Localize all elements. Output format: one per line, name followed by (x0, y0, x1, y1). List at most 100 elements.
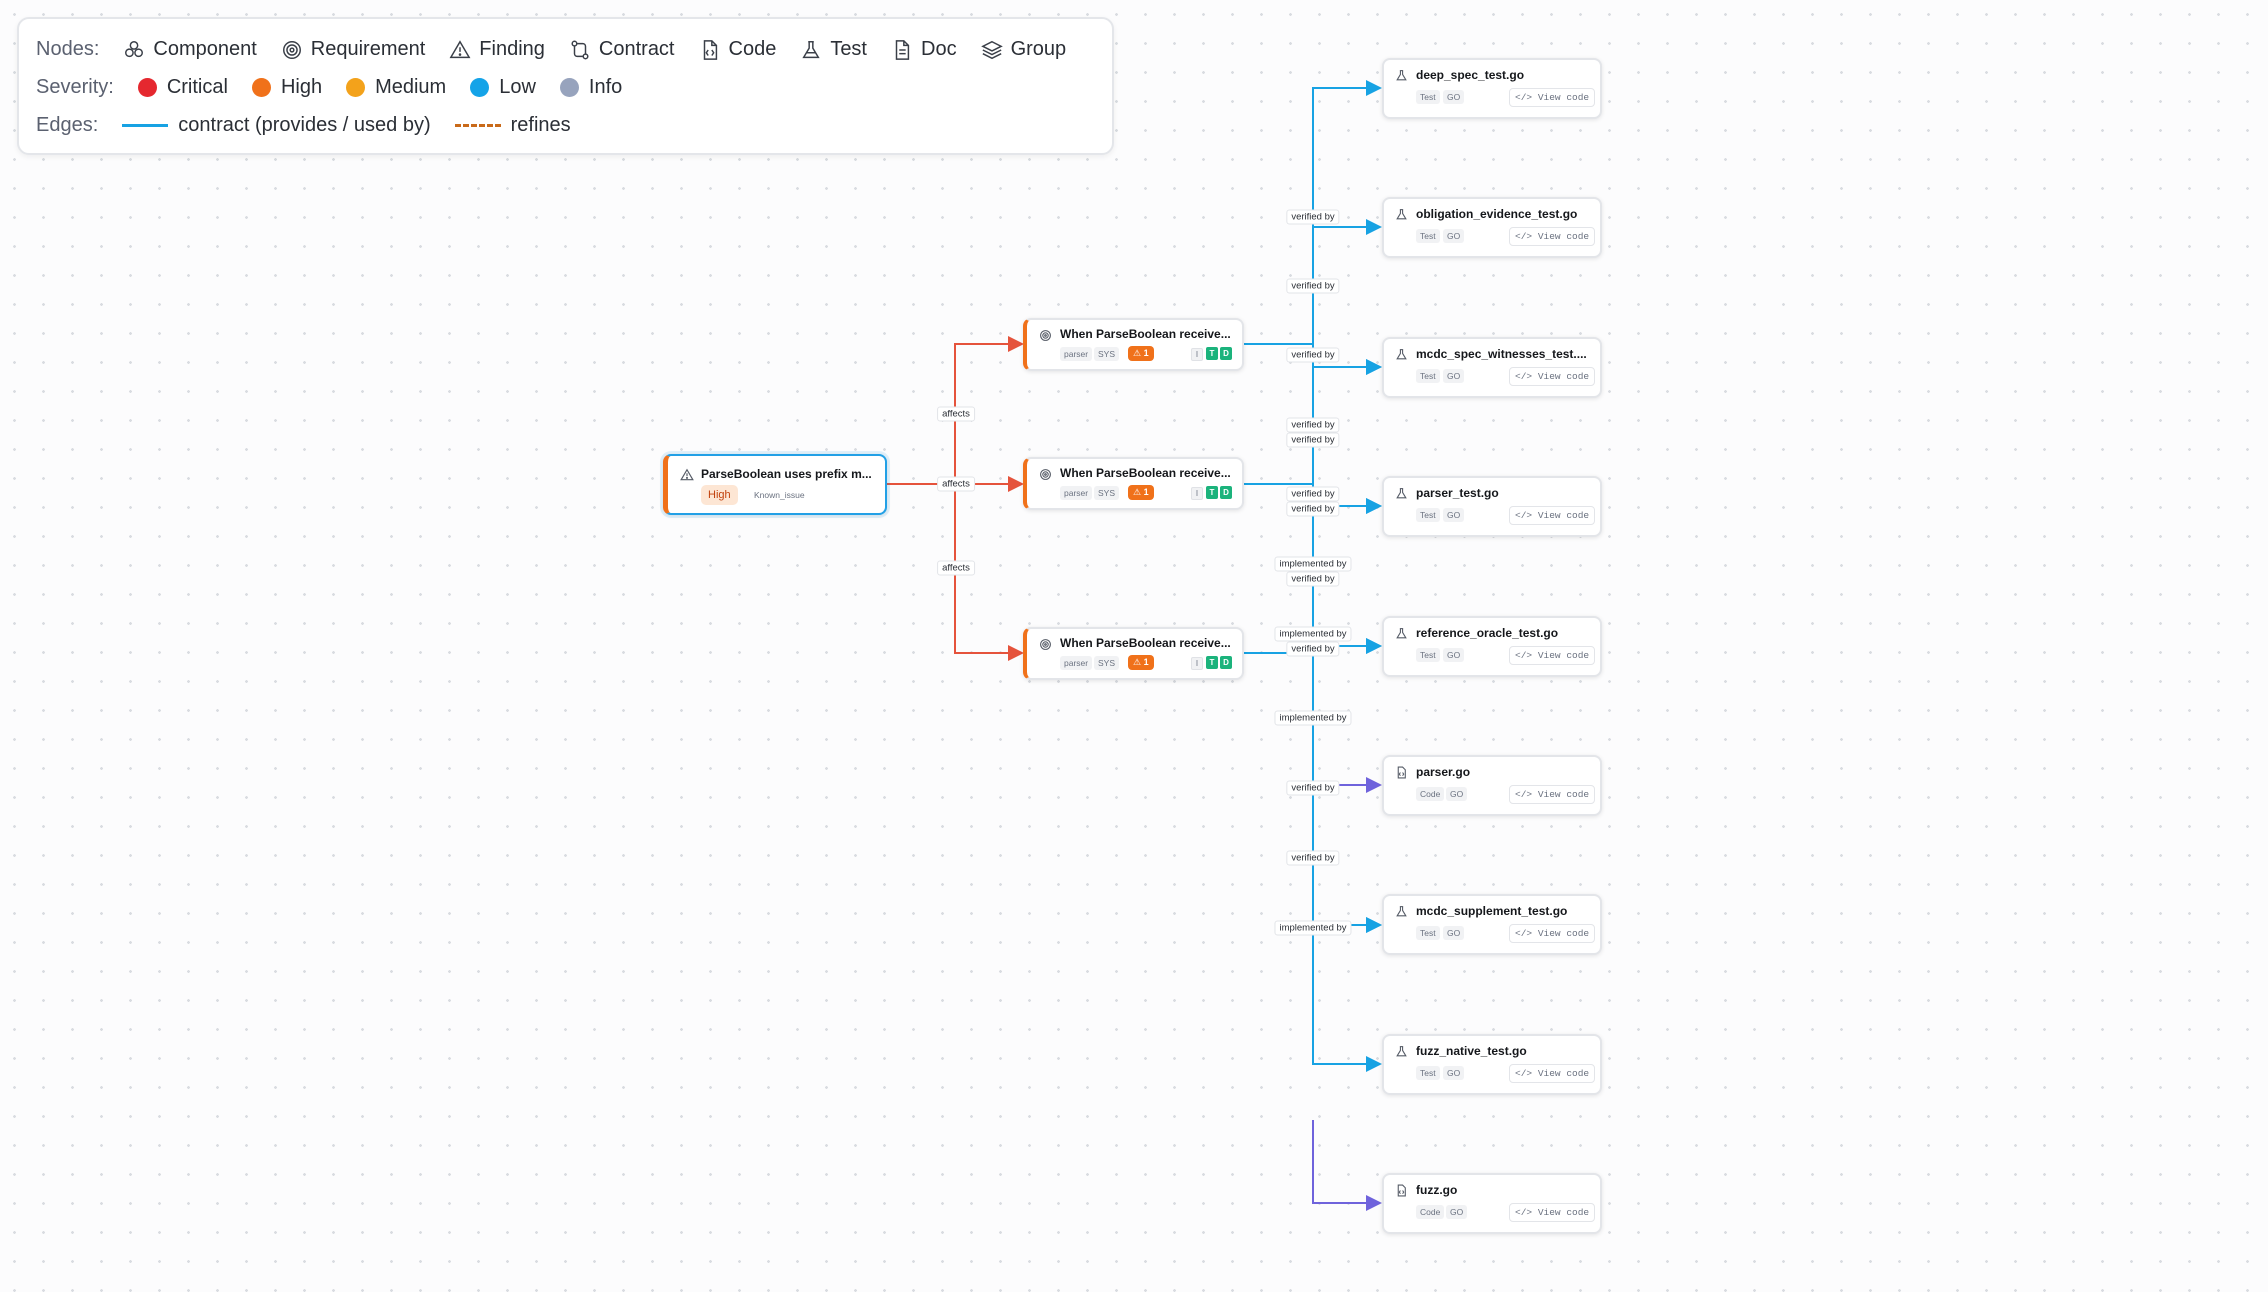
view-code-label: View code (1537, 510, 1590, 521)
edge-label-implemented-by: implemented by (1274, 920, 1352, 936)
artifact-node[interactable]: mcdc_spec_witnesses_test.... Test GO </>… (1382, 337, 1602, 398)
artifact-node[interactable]: fuzz.go Code GO </> View code (1382, 1173, 1602, 1234)
legend-severity-text: Medium (375, 76, 447, 98)
edge-label-verified-by: verified by (1286, 417, 1340, 433)
code-icon (703, 39, 717, 60)
view-code-button[interactable]: </> View code (1509, 227, 1596, 246)
legend-severity-critical: Critical (137, 76, 228, 99)
legend-node-label: Test (830, 38, 867, 60)
artifact-node[interactable]: parser_test.go Test GO </> View code (1382, 476, 1602, 537)
view-code-button[interactable]: </> View code (1509, 646, 1596, 665)
view-code-label: View code (1537, 1068, 1590, 1079)
view-code-button[interactable]: </> View code (1509, 1203, 1596, 1222)
artifact-lang-chip: GO (1443, 926, 1465, 940)
view-code-button[interactable]: </> View code (1509, 88, 1596, 107)
legend-node-label: Component (153, 38, 257, 60)
view-code-button[interactable]: </> View code (1509, 367, 1596, 386)
artifact-lang-chip: GO (1443, 369, 1465, 383)
requirement-node[interactable]: When ParseBoolean receive... parser SYS … (1023, 627, 1244, 680)
edge-label-verified-by: verified by (1286, 571, 1340, 587)
requirement-icon (282, 40, 301, 59)
legend-nodes-row: Nodes: Component Requirement Finding Con… (36, 38, 1066, 61)
view-code-button[interactable]: </> View code (1509, 506, 1596, 525)
artifact-node[interactable]: fuzz_native_test.go Test GO </> View cod… (1382, 1034, 1602, 1095)
view-code-button[interactable]: </> View code (1509, 785, 1596, 804)
legend-node-label: Finding (479, 38, 545, 60)
trace-badge-t: T (1206, 656, 1218, 669)
artifact-kind-chip: Code (1416, 787, 1445, 801)
medium-dot (346, 78, 366, 97)
legend-panel: Nodes: Component Requirement Finding Con… (17, 17, 1114, 155)
artifact-lang-chip: GO (1443, 648, 1465, 662)
trace-badge-i: I (1191, 657, 1203, 670)
artifact-name: fuzz.go (1416, 1183, 1458, 1197)
legend-severity-info: Info (559, 76, 622, 99)
artifact-node[interactable]: obligation_evidence_test.go Test GO </> … (1382, 197, 1602, 258)
test-icon (1396, 349, 1407, 360)
view-code-button[interactable]: </> View code (1509, 924, 1596, 943)
trace-badge-d: D (1220, 486, 1232, 499)
artifact-lang-chip: GO (1446, 1205, 1468, 1219)
view-code-label: View code (1537, 231, 1590, 242)
legend-edges-row: Edges: contract (provides / used by) ref… (36, 114, 571, 137)
view-code-button[interactable]: </> View code (1509, 1064, 1596, 1083)
requirement-icon (1040, 330, 1051, 341)
legend-node-group: Group (980, 38, 1066, 61)
test-icon (1396, 209, 1407, 220)
view-code-label: View code (1537, 650, 1590, 661)
severity-badge: High (701, 485, 738, 505)
info-dot (559, 78, 579, 97)
requirement-title: When ParseBoolean receive... (1060, 466, 1231, 480)
legend-edge-text: refines (510, 114, 571, 136)
low-dot (470, 78, 490, 97)
view-code-label: View code (1537, 789, 1590, 800)
requirement-node[interactable]: When ParseBoolean receive... parser SYS … (1023, 318, 1244, 371)
artifact-kind-chip: Test (1416, 229, 1440, 243)
edge-label-verified-by: verified by (1286, 641, 1340, 657)
requirement-title: When ParseBoolean receive... (1060, 327, 1231, 341)
trace-badge-t: T (1206, 486, 1218, 499)
trace-badge-t: T (1206, 347, 1218, 360)
edge-label-verified-by: verified by (1286, 501, 1340, 517)
artifact-name: mcdc_spec_witnesses_test.... (1416, 347, 1587, 361)
component-chip: parser (1060, 486, 1093, 500)
code-icon (1397, 1184, 1406, 1197)
trace-badge-i: I (1191, 348, 1203, 361)
critical-dot (137, 78, 157, 97)
artifact-kind-chip: Test (1416, 926, 1440, 940)
trace-badge-d: D (1220, 656, 1232, 669)
finding-count: 1 (1143, 348, 1149, 358)
artifact-node[interactable]: deep_spec_test.go Test GO </> View code (1382, 58, 1602, 119)
artifact-node[interactable]: reference_oracle_test.go Test GO </> Vie… (1382, 616, 1602, 677)
edge-label-implemented-by: implemented by (1274, 556, 1352, 572)
view-code-label: View code (1537, 1207, 1590, 1218)
legend-node-contract: Contract (569, 38, 675, 61)
finding-count: 1 (1143, 657, 1149, 667)
legend-node-requirement: Requirement (281, 38, 426, 61)
component-icon (125, 40, 144, 57)
legend-edge-contract: contract (provides / used by) (122, 114, 431, 137)
edge-label-affects: affects (937, 406, 975, 422)
legend-nodes-label: Nodes: (36, 38, 100, 60)
finding-title: ParseBoolean uses prefix m... (701, 467, 872, 481)
legend-node-label: Contract (598, 38, 675, 60)
legend-node-code: Code (699, 38, 776, 61)
edge-label-verified-by: verified by (1286, 850, 1340, 866)
test-icon (1396, 628, 1407, 639)
requirement-node[interactable]: When ParseBoolean receive... parser SYS … (1023, 457, 1244, 510)
legend-severity-medium: Medium (346, 76, 446, 99)
legend-severity-low: Low (470, 76, 536, 99)
artifact-node[interactable]: parser.go Code GO </> View code (1382, 755, 1602, 816)
legend-node-label: Requirement (310, 38, 426, 60)
finding-node[interactable]: ParseBoolean uses prefix m... High Known… (663, 454, 887, 515)
artifact-node[interactable]: mcdc_supplement_test.go Test GO </> View… (1382, 894, 1602, 955)
edge-label-implemented-by: implemented by (1274, 626, 1352, 642)
artifact-lang-chip: GO (1443, 90, 1465, 104)
edge-label-implemented-by: implemented by (1274, 710, 1352, 726)
edge-label-verified-by: verified by (1286, 432, 1340, 448)
finding-icon (449, 39, 471, 58)
component-chip: parser (1060, 656, 1093, 670)
artifact-kind-chip: Test (1416, 648, 1440, 662)
artifact-name: parser.go (1416, 765, 1471, 779)
artifact-lang-chip: GO (1443, 1066, 1465, 1080)
